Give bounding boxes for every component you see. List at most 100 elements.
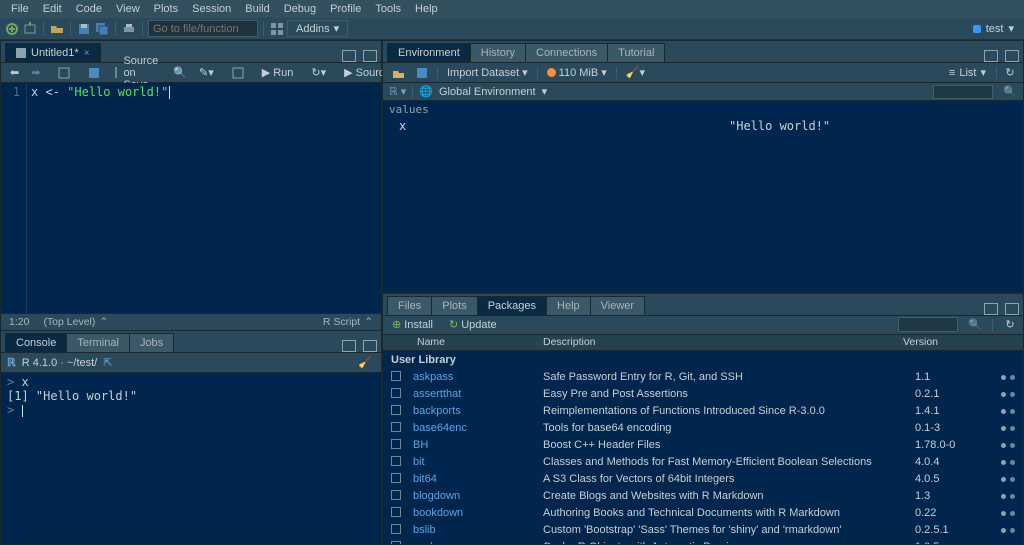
tab-terminal[interactable]: Terminal xyxy=(66,333,130,352)
minimize-icon[interactable] xyxy=(984,50,998,62)
tab-viewer[interactable]: Viewer xyxy=(590,296,645,315)
pkg-search-input[interactable] xyxy=(898,317,958,332)
source-tab[interactable]: Untitled1* × xyxy=(5,43,101,62)
wand-icon[interactable]: ✎▾ xyxy=(196,66,217,79)
pkg-name[interactable]: cachem xyxy=(413,541,543,544)
clear-console-icon[interactable]: 🧹 xyxy=(355,356,375,369)
refresh-icon[interactable]: ↻ xyxy=(1003,318,1017,332)
pkg-name[interactable]: askpass xyxy=(413,371,543,383)
pkg-row[interactable]: blogdownCreate Blogs and Websites with R… xyxy=(383,488,1023,505)
minimize-icon[interactable] xyxy=(984,303,998,315)
pkg-row[interactable]: backportsReimplementations of Functions … xyxy=(383,403,1023,420)
save-all-icon[interactable] xyxy=(94,21,110,37)
new-file-icon[interactable] xyxy=(4,21,20,37)
pkg-web-icon[interactable] xyxy=(1001,375,1006,380)
project-chip[interactable]: test ▾ xyxy=(967,22,1020,35)
maximize-icon[interactable] xyxy=(363,340,377,352)
tab-console[interactable]: Console xyxy=(5,333,67,352)
pkg-row[interactable]: bookdownAuthoring Books and Technical Do… xyxy=(383,505,1023,522)
tab-environment[interactable]: Environment xyxy=(387,43,471,62)
menu-help[interactable]: Help xyxy=(408,3,445,15)
search-icon[interactable]: 🔍 xyxy=(1003,85,1017,98)
maximize-icon[interactable] xyxy=(1005,303,1019,315)
env-row[interactable]: x "Hello world!" xyxy=(383,118,1023,134)
pkg-row[interactable]: bit64A S3 Class for Vectors of 64bit Int… xyxy=(383,471,1023,488)
pkg-row[interactable]: cachemCache R Objects with Automatic Pru… xyxy=(383,539,1023,545)
pkg-name[interactable]: blogdown xyxy=(413,490,543,502)
import-dataset-button[interactable]: Import Dataset ▾ xyxy=(444,66,531,79)
language-label[interactable]: R Script xyxy=(323,316,360,328)
run-button[interactable]: ▶ Run xyxy=(259,66,297,79)
tab-plots[interactable]: Plots xyxy=(431,296,477,315)
pkg-remove-icon[interactable] xyxy=(1010,409,1015,414)
view-mode-button[interactable]: ≡ List ▾ xyxy=(945,66,990,79)
pkg-remove-icon[interactable] xyxy=(1010,477,1015,482)
menu-plots[interactable]: Plots xyxy=(147,3,185,15)
pkg-web-icon[interactable] xyxy=(1001,409,1006,414)
tab-files[interactable]: Files xyxy=(387,296,432,315)
close-icon[interactable]: × xyxy=(84,48,90,59)
pkg-checkbox[interactable] xyxy=(391,490,401,500)
pkg-web-icon[interactable] xyxy=(1001,494,1006,499)
pkg-remove-icon[interactable] xyxy=(1010,528,1015,533)
menu-tools[interactable]: Tools xyxy=(368,3,408,15)
pkg-remove-icon[interactable] xyxy=(1010,443,1015,448)
maximize-icon[interactable] xyxy=(363,50,377,62)
pkg-web-icon[interactable] xyxy=(1001,528,1006,533)
pkg-row[interactable]: assertthatEasy Pre and Post Assertions0.… xyxy=(383,386,1023,403)
minimize-icon[interactable] xyxy=(342,50,356,62)
pkg-row[interactable]: BHBoost C++ Header Files1.78.0-0 xyxy=(383,437,1023,454)
pkg-checkbox[interactable] xyxy=(391,388,401,398)
pkg-checkbox[interactable] xyxy=(391,422,401,432)
show-doc-icon[interactable] xyxy=(55,67,73,79)
pkg-checkbox[interactable] xyxy=(391,524,401,534)
pkg-checkbox[interactable] xyxy=(391,371,401,381)
find-icon[interactable]: 🔍 xyxy=(170,66,190,79)
pkg-remove-icon[interactable] xyxy=(1010,375,1015,380)
console-output[interactable]: > x [1] "Hello world!" > xyxy=(1,373,381,544)
search-icon[interactable]: 🔍 xyxy=(968,318,982,331)
pkg-row[interactable]: bitClasses and Methods for Fast Memory-E… xyxy=(383,454,1023,471)
goto-input[interactable] xyxy=(148,20,258,37)
save-workspace-icon[interactable] xyxy=(413,67,431,79)
pkg-name[interactable]: bit64 xyxy=(413,473,543,485)
pkg-web-icon[interactable] xyxy=(1001,426,1006,431)
pkg-remove-icon[interactable] xyxy=(1010,392,1015,397)
tab-history[interactable]: History xyxy=(470,43,526,62)
menu-profile[interactable]: Profile xyxy=(323,3,368,15)
grid-icon[interactable] xyxy=(269,21,285,37)
pkg-remove-icon[interactable] xyxy=(1010,460,1015,465)
menu-view[interactable]: View xyxy=(109,3,147,15)
source-on-save-checkbox[interactable] xyxy=(115,67,117,78)
menu-code[interactable]: Code xyxy=(69,3,109,15)
env-scope[interactable]: Global Environment xyxy=(439,86,536,98)
pkg-row[interactable]: bslibCustom 'Bootstrap' 'Sass' Themes fo… xyxy=(383,522,1023,539)
pkg-name[interactable]: assertthat xyxy=(413,388,543,400)
pkg-remove-icon[interactable] xyxy=(1010,511,1015,516)
pkg-name[interactable]: bit xyxy=(413,456,543,468)
col-desc[interactable]: Description xyxy=(543,336,903,348)
maximize-icon[interactable] xyxy=(1005,50,1019,62)
tab-help[interactable]: Help xyxy=(546,296,591,315)
compile-icon[interactable] xyxy=(229,67,247,79)
pkg-name[interactable]: backports xyxy=(413,405,543,417)
install-button[interactable]: ⊕ Install xyxy=(389,318,436,331)
tab-tutorial[interactable]: Tutorial xyxy=(607,43,665,62)
new-project-icon[interactable] xyxy=(22,21,38,37)
env-search-input[interactable] xyxy=(933,85,993,99)
tab-packages[interactable]: Packages xyxy=(477,296,547,315)
pkg-checkbox[interactable] xyxy=(391,439,401,449)
forward-icon[interactable]: ➡ xyxy=(28,66,43,79)
menu-session[interactable]: Session xyxy=(185,3,238,15)
update-button[interactable]: ↻ Update xyxy=(446,318,500,331)
col-version[interactable]: Version xyxy=(903,336,983,348)
pkg-checkbox[interactable] xyxy=(391,473,401,483)
addins-button[interactable]: Addins▾ xyxy=(287,20,348,37)
menu-file[interactable]: File xyxy=(4,3,36,15)
pkg-name[interactable]: BH xyxy=(413,439,543,451)
pkg-name[interactable]: bookdown xyxy=(413,507,543,519)
pkg-web-icon[interactable] xyxy=(1001,511,1006,516)
print-icon[interactable] xyxy=(121,21,137,37)
refresh-icon[interactable]: ↻ xyxy=(1003,66,1017,80)
tab-jobs[interactable]: Jobs xyxy=(129,333,174,352)
